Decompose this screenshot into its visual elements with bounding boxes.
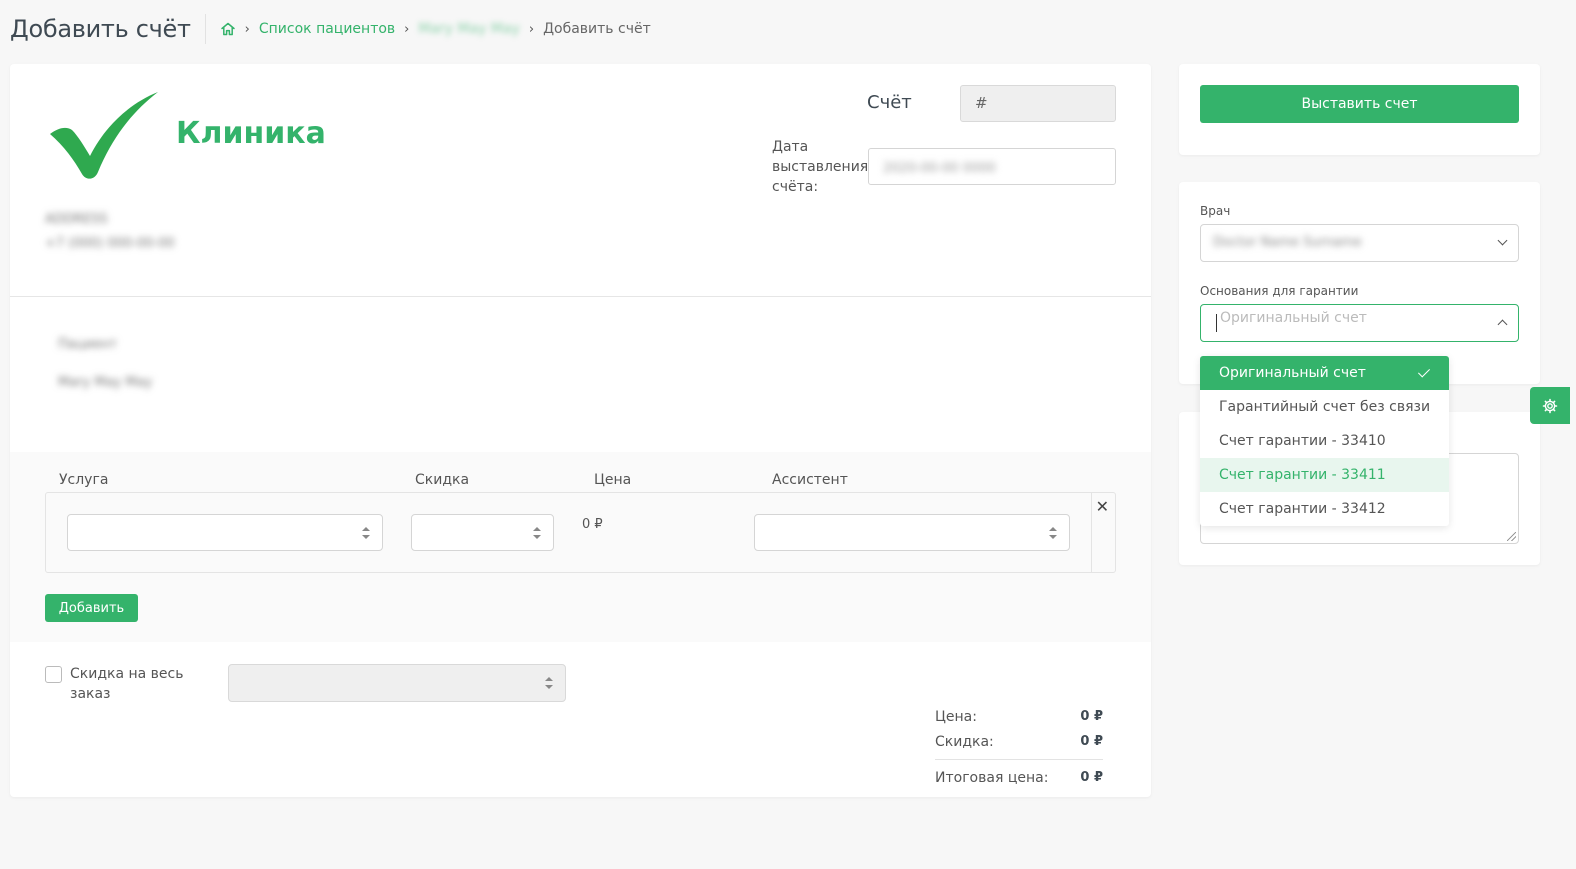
- sort-arrows-icon: [1049, 527, 1057, 539]
- page-title: Добавить счёт: [10, 15, 191, 43]
- issue-card: Выставить счет: [1179, 64, 1540, 155]
- chevron-down-icon: [1497, 235, 1508, 246]
- total-discount-row: Скидка: 0 ₽: [935, 729, 1103, 754]
- clinic-phone: +7 (000) 000-00-00: [45, 236, 175, 251]
- date-value: 2020-00-00 0000: [883, 161, 996, 176]
- text-caret: [1216, 314, 1217, 332]
- total-label: Итоговая цена:: [935, 769, 1049, 786]
- order-discount-checkbox[interactable]: [45, 666, 62, 683]
- basis-select[interactable]: Оригинальный счет: [1200, 304, 1519, 342]
- row-price: 0 ₽: [582, 517, 603, 532]
- chevron-right-icon: ›: [404, 21, 410, 37]
- breadcrumb: › Список пациентов › Mary May May › Доба…: [220, 21, 651, 37]
- chevron-up-icon: [1497, 319, 1508, 330]
- breadcrumb-patient-link[interactable]: Mary May May: [418, 21, 520, 37]
- order-discount-select[interactable]: [228, 664, 566, 702]
- add-service-button[interactable]: Добавить: [45, 594, 138, 622]
- settings-tab[interactable]: [1530, 387, 1570, 424]
- service-select[interactable]: [67, 514, 383, 551]
- issue-invoice-button[interactable]: Выставить счет: [1200, 85, 1519, 123]
- breadcrumb-current: Добавить счёт: [543, 21, 651, 37]
- grand-total-row: Итоговая цена: 0 ₽: [935, 765, 1103, 790]
- close-icon[interactable]: ✕: [1096, 499, 1109, 515]
- home-icon[interactable]: [220, 21, 236, 37]
- invoice-card: Клиника ADDRESS +7 (000) 000-00-00 Счёт …: [10, 64, 1151, 797]
- clinic-name: Клиника: [176, 116, 326, 151]
- col-discount: Скидка: [415, 472, 470, 488]
- discount-label: Скидка:: [935, 733, 994, 750]
- clinic-address: ADDRESS: [45, 212, 108, 227]
- basis-option-33410[interactable]: Счет гарантии - 33410: [1200, 424, 1449, 458]
- sort-arrows-icon: [545, 677, 553, 689]
- col-service: Услуга: [59, 472, 109, 488]
- chevron-right-icon: ›: [528, 21, 535, 37]
- option-label: Оригинальный счет: [1219, 365, 1366, 381]
- total-value: 0 ₽: [1080, 770, 1103, 785]
- basis-label: Основания для гарантии: [1200, 284, 1359, 298]
- chevron-right-icon: ›: [244, 21, 250, 37]
- col-price: Цена: [594, 472, 632, 488]
- discount-value: 0 ₽: [1080, 734, 1103, 749]
- doctor-card: Врач Doctor Name Surname Основания для г…: [1179, 182, 1540, 384]
- basis-dropdown: Оригинальный счет Гарантийный счет без с…: [1200, 356, 1449, 526]
- resize-handle-icon[interactable]: [1507, 532, 1516, 541]
- patient-name: Mary May May: [58, 375, 153, 390]
- patient-label: Пациент: [58, 337, 118, 352]
- basis-placeholder: Оригинальный счет: [1220, 310, 1367, 326]
- option-label: Гарантийный счет без связи: [1219, 399, 1431, 415]
- basis-option-unlinked[interactable]: Гарантийный счет без связи: [1200, 390, 1449, 424]
- order-discount-label: Скидка на весь заказ: [70, 666, 184, 702]
- doctor-label: Врач: [1200, 204, 1231, 218]
- col-assistant: Ассистент: [772, 472, 848, 488]
- total-price-row: Цена: 0 ₽: [935, 704, 1103, 729]
- doctor-value: Doctor Name Surname: [1213, 235, 1362, 250]
- basis-option-original[interactable]: Оригинальный счет: [1200, 356, 1449, 390]
- discount-select[interactable]: [411, 514, 554, 551]
- section-divider: [10, 296, 1151, 297]
- row-close-area: ✕: [1091, 493, 1115, 572]
- totals-divider: [935, 759, 1103, 760]
- checkmark-logo-icon: [50, 92, 158, 179]
- sort-arrows-icon: [533, 527, 541, 539]
- breadcrumb-patients-link[interactable]: Список пациентов: [259, 21, 395, 37]
- doctor-select[interactable]: Doctor Name Surname: [1200, 224, 1519, 262]
- header-divider: [204, 14, 206, 44]
- option-label: Счет гарантии - 33412: [1219, 501, 1386, 517]
- assistant-select[interactable]: [754, 514, 1070, 551]
- date-input[interactable]: 2020-00-00 0000: [868, 148, 1116, 185]
- invoice-label: Счёт: [867, 92, 912, 113]
- price-value: 0 ₽: [1080, 709, 1103, 724]
- date-label: Дата выставления счёта:: [772, 139, 869, 195]
- sort-arrows-icon: [362, 527, 370, 539]
- basis-option-33411[interactable]: Счет гарантии - 33411: [1200, 458, 1449, 492]
- services-section: Услуга Скидка Цена Ассистент 0 ₽ ✕ Добав…: [10, 452, 1151, 642]
- gear-icon: [1542, 398, 1558, 413]
- option-label: Счет гарантии - 33411: [1219, 467, 1386, 483]
- option-label: Счет гарантии - 33410: [1219, 433, 1386, 449]
- totals: Цена: 0 ₽ Скидка: 0 ₽ Итоговая цена: 0 ₽: [935, 704, 1103, 790]
- invoice-number-field[interactable]: #: [960, 85, 1116, 122]
- page-header: Добавить счёт › Список пациентов › Mary …: [10, 12, 651, 46]
- price-label: Цена:: [935, 708, 977, 725]
- service-row: 0 ₽ ✕: [45, 492, 1116, 573]
- basis-option-33412[interactable]: Счет гарантии - 33412: [1200, 492, 1449, 526]
- check-icon: [1417, 365, 1431, 378]
